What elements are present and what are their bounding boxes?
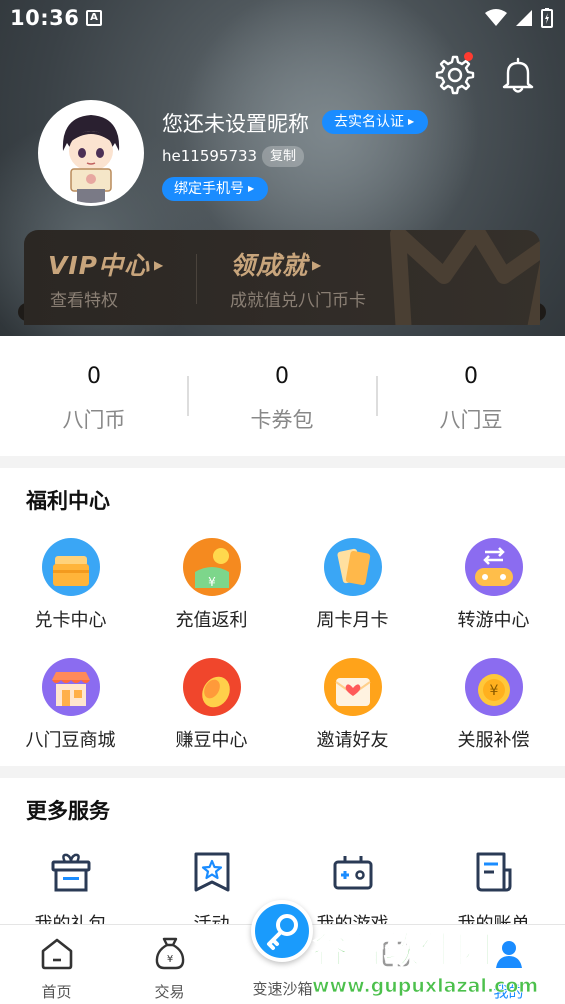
server-close-compensation-icon: ¥ xyxy=(464,658,523,716)
nav-me[interactable]: 我的 xyxy=(452,935,565,1002)
grid-item-earn-beans[interactable]: 赚豆中心 xyxy=(141,658,282,752)
nav-blank[interactable] xyxy=(339,935,452,981)
bean-mall-icon xyxy=(41,658,100,716)
nav-label: 我的 xyxy=(493,983,524,1001)
bill-icon xyxy=(476,852,511,892)
weekly-monthly-card-icon xyxy=(323,538,382,596)
triangle-right-icon: ▶ xyxy=(153,258,165,272)
earn-beans-icon xyxy=(182,658,241,716)
stat-value: 0 xyxy=(464,364,478,389)
battery-icon xyxy=(541,8,553,28)
stat-label: 八门币 xyxy=(62,408,126,432)
grid-item-bean-mall[interactable]: 八门豆商城 xyxy=(0,658,141,752)
status-time: 10:36 xyxy=(10,6,80,30)
stat-value: 0 xyxy=(87,364,101,389)
money-bag-icon: ¥ xyxy=(155,937,184,970)
vip-card: VIP中心 ▶ 查看特权 领成就 ▶ 成就值兑八门币卡 xyxy=(24,230,540,325)
status-bar: 10:36 A xyxy=(0,0,565,38)
grid-label: 邀请好友 xyxy=(316,730,389,751)
card-exchange-icon xyxy=(41,538,100,596)
triangle-right-icon: ▶ xyxy=(248,184,255,193)
grid-label: 周卡月卡 xyxy=(316,610,389,631)
notification-badge: A xyxy=(86,10,102,26)
home-icon xyxy=(41,938,72,970)
grid-item-recharge-rebate[interactable]: ¥ 充值返利 xyxy=(141,538,282,632)
divider xyxy=(196,254,197,304)
grid-label: 转游中心 xyxy=(457,610,530,631)
avatar[interactable] xyxy=(38,100,144,206)
crown-icon xyxy=(390,230,540,325)
welfare-center: 福利中心 兑卡中心 ¥ 充值返利 周卡月卡 转游中心 八门豆商城 赚豆中心 邀请… xyxy=(0,468,565,766)
stat-value: 0 xyxy=(275,364,289,389)
profile-icon xyxy=(495,941,522,968)
achievement-title: 领成就 xyxy=(230,251,309,280)
section-title: 福利中心 xyxy=(26,489,110,513)
svg-text:¥: ¥ xyxy=(489,683,498,699)
game-console-icon xyxy=(333,856,372,890)
settings-alert-dot xyxy=(464,52,473,61)
triangle-right-icon: ▶ xyxy=(408,117,415,126)
speed-sandbox-button[interactable] xyxy=(251,900,313,962)
grid-label: 关服补偿 xyxy=(457,730,530,751)
signal-icon xyxy=(516,10,532,26)
verify-realname-button[interactable]: 去实名认证 ▶ xyxy=(322,110,429,134)
stat-coupon-wallet[interactable]: 0 卡券包 xyxy=(188,336,376,456)
stat-label: 八门豆 xyxy=(439,408,503,432)
grid-item-server-close-compensation[interactable]: ¥ 关服补偿 xyxy=(423,658,564,752)
grid-item-invite-friends[interactable]: 邀请好友 xyxy=(282,658,423,752)
vip-center-title: VIP中心 xyxy=(48,251,150,280)
profile-header: 10:36 A 您还未设置昵称 去实名认证 ▶ he11595733 复制 绑定… xyxy=(0,0,565,336)
recharge-rebate-icon: ¥ xyxy=(182,538,241,596)
wallet-stats: 0 八门币 0 卡券包 0 八门豆 xyxy=(0,336,565,456)
bell-icon xyxy=(502,57,534,93)
grid-item-weekly-monthly-card[interactable]: 周卡月卡 xyxy=(282,538,423,632)
grid-label: 八门豆商城 xyxy=(25,730,116,751)
section-title: 更多服务 xyxy=(26,799,110,823)
invite-friends-icon xyxy=(323,658,382,716)
key-icon xyxy=(267,914,298,950)
svg-text:¥: ¥ xyxy=(166,954,172,965)
grid-label: 充值返利 xyxy=(175,610,248,631)
stat-label: 卡券包 xyxy=(250,408,314,432)
nav-home[interactable]: 首页 xyxy=(0,935,113,1002)
avatar-character-icon xyxy=(41,103,141,203)
notifications-button[interactable] xyxy=(498,55,538,95)
grid-label: 赚豆中心 xyxy=(175,730,248,751)
nickname[interactable]: 您还未设置昵称 xyxy=(162,108,309,138)
stat-bamen-bean[interactable]: 0 八门豆 xyxy=(377,336,565,456)
gift-box-icon xyxy=(51,853,90,892)
star-badge-icon xyxy=(194,852,229,892)
blank-icon xyxy=(382,941,409,967)
game-transfer-icon xyxy=(464,538,523,596)
nav-label: 首页 xyxy=(41,983,72,1001)
grid-label: 兑卡中心 xyxy=(34,610,107,631)
stat-bamen-coin[interactable]: 0 八门币 xyxy=(0,336,188,456)
nav-label: 交易 xyxy=(154,983,185,1001)
svg-text:¥: ¥ xyxy=(208,575,216,589)
nav-speed-sandbox[interactable]: 变速沙箱 xyxy=(226,978,339,999)
nav-label: 变速沙箱 xyxy=(252,980,313,998)
gear-icon xyxy=(435,55,475,95)
settings-button[interactable] xyxy=(435,52,475,95)
triangle-right-icon: ▶ xyxy=(312,258,323,272)
grid-item-card-exchange[interactable]: 兑卡中心 xyxy=(0,538,141,632)
wifi-icon xyxy=(485,9,507,26)
vip-center-subtitle: 查看特权 xyxy=(50,291,118,311)
nav-trade[interactable]: ¥ 交易 xyxy=(113,935,226,1002)
grid-item-game-transfer[interactable]: 转游中心 xyxy=(423,538,564,632)
copy-button[interactable]: 复制 xyxy=(262,146,305,167)
user-id: he11595733 xyxy=(162,147,258,165)
achievement-subtitle: 成就值兑八门币卡 xyxy=(230,291,366,311)
bind-phone-button[interactable]: 绑定手机号 ▶ xyxy=(162,177,269,201)
